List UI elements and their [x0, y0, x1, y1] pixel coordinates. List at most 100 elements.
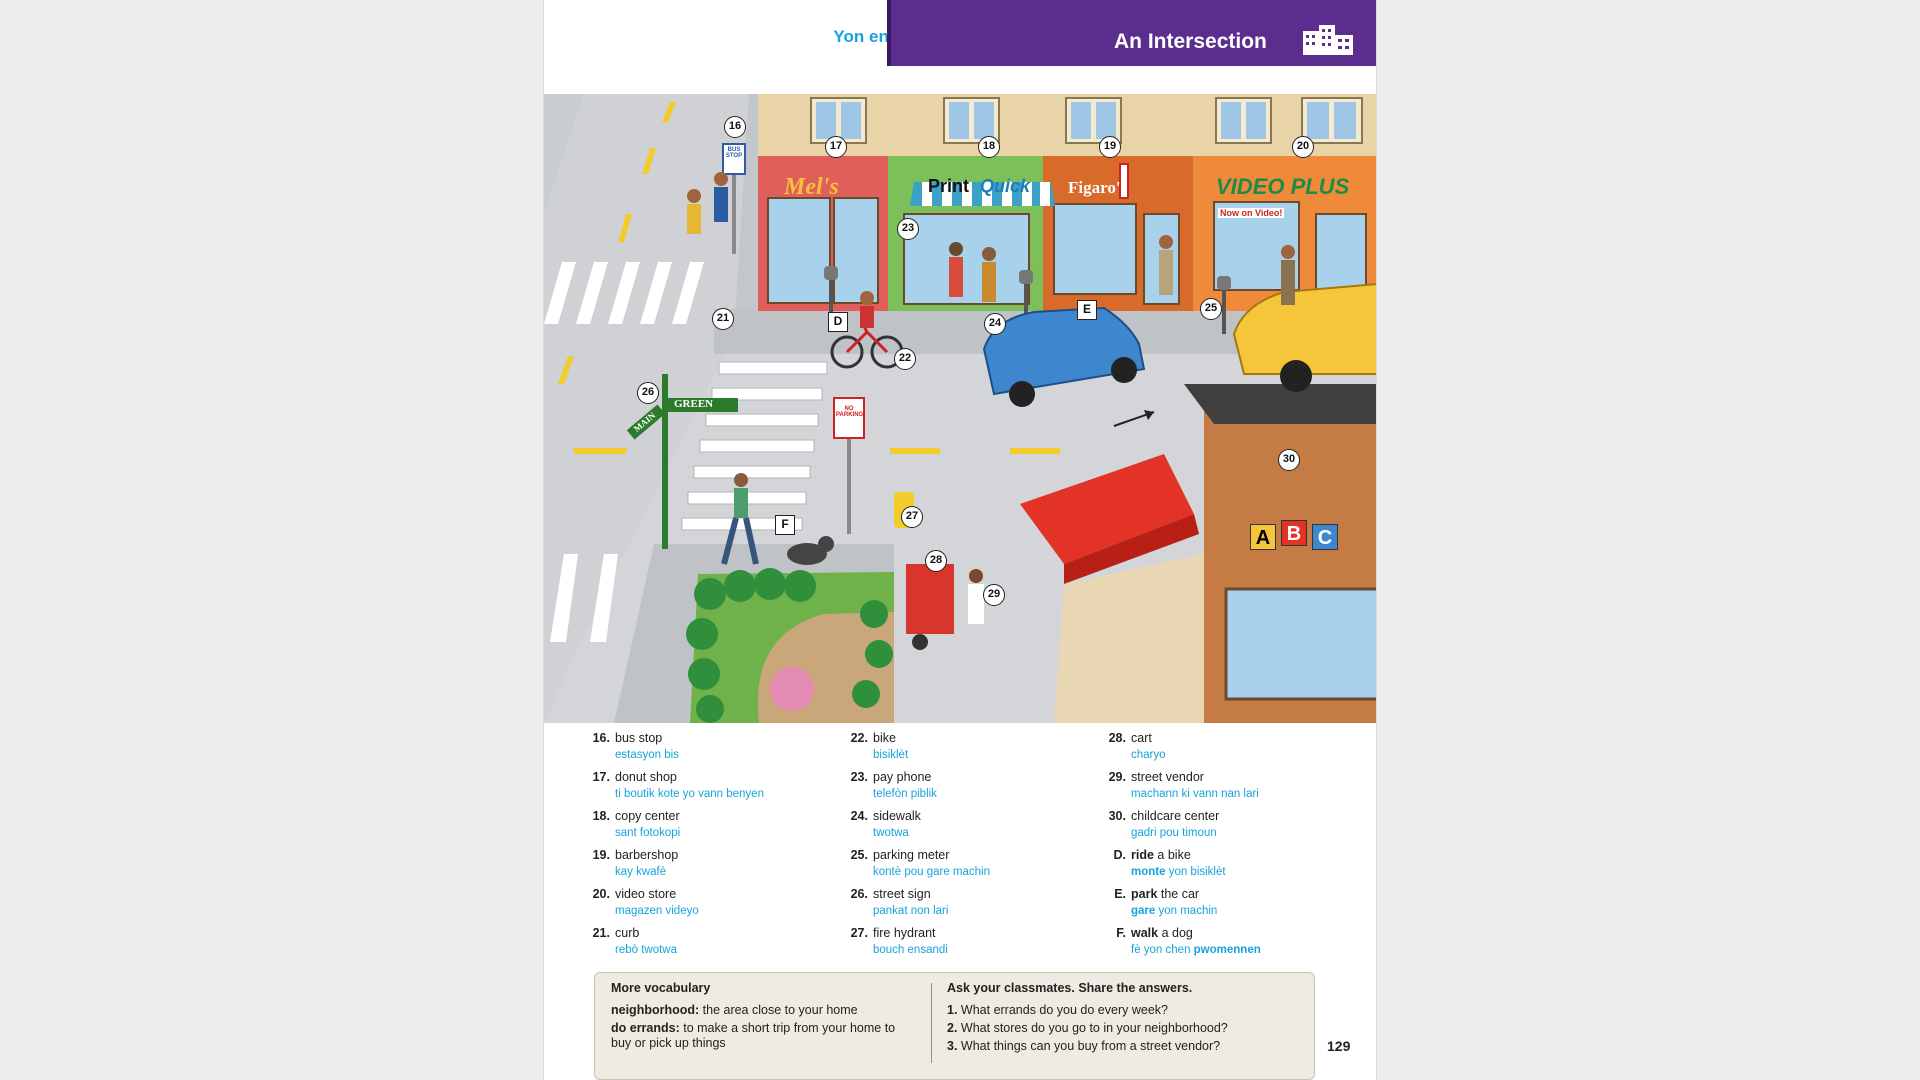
- list-item: 21. curb rebò twotwa: [592, 926, 678, 956]
- term-en: walk a dog: [1131, 926, 1193, 940]
- term-en: sidewalk: [873, 809, 921, 823]
- callout-28: 28: [925, 550, 947, 572]
- now-on-video-sign: Now on Video!: [1218, 208, 1285, 218]
- buildings-icon: [1303, 25, 1353, 55]
- term-en: street vendor: [1131, 770, 1204, 784]
- definition-do-errands-cont: buy or pick up things: [611, 1036, 726, 1050]
- term-ht: telefòn piblik: [873, 788, 937, 800]
- list-item: 24. sidewalk twotwa: [850, 809, 921, 839]
- intersection-illustration: Mel's Print Quick Figaro's VIDEO PLUS No…: [544, 94, 1376, 723]
- term-en: donut shop: [615, 770, 677, 784]
- callout-18: 18: [978, 136, 1000, 158]
- abc-block-a: A: [1250, 524, 1276, 550]
- term-ht: twotwa: [873, 827, 909, 839]
- video-store-sign: VIDEO PLUS: [1216, 174, 1350, 199]
- term-ht: estasyon bis: [615, 749, 679, 761]
- term-en: parking meter: [873, 848, 950, 862]
- question-3: 3. What things can you buy from a street…: [947, 1039, 1221, 1053]
- term-ht: bouch ensandi: [873, 944, 948, 956]
- callout-25: 25: [1200, 298, 1222, 320]
- term-ht: pankat non lari: [873, 905, 949, 917]
- term-ht: kay kwafè: [615, 866, 667, 878]
- vocab-column-1: 16. bus stop estasyon bis 17. donut shop ti …: [588, 731, 838, 965]
- list-item: E. park the car gare yon machin: [1114, 887, 1218, 917]
- term-ht: charyo: [1131, 749, 1166, 761]
- term-en: copy center: [615, 809, 680, 823]
- abc-block-b: B: [1281, 520, 1307, 546]
- list-item: 23. pay phone telefòn piblik: [850, 770, 937, 800]
- term-ht: kontè pou gare machin: [873, 866, 990, 878]
- list-item: 18. copy center sant fotokopi: [592, 809, 681, 839]
- term-en: ride a bike: [1131, 848, 1191, 862]
- label-e: E: [1077, 300, 1097, 320]
- term-ht: bisiklèt: [873, 749, 909, 761]
- document-viewer: Yon entèseksyon An Intersection: [0, 0, 1920, 1080]
- label-d: D: [828, 312, 848, 332]
- green-street-sign: GREEN: [674, 398, 714, 410]
- page-number: 129: [1327, 1038, 1351, 1054]
- callout-24: 24: [984, 313, 1006, 335]
- list-item: 22. bike bisiklèt: [850, 731, 909, 761]
- callout-21: 21: [712, 308, 734, 330]
- term-ht: rebò twotwa: [615, 944, 678, 956]
- term-en: childcare center: [1131, 809, 1220, 823]
- callout-29: 29: [983, 584, 1005, 606]
- term-ht: machann ki vann nan lari: [1131, 788, 1259, 800]
- list-item: 26. street sign pankat non lari: [850, 887, 949, 917]
- bus-stop-sign: BUS STOP: [725, 147, 743, 159]
- print-sign: Print: [928, 176, 970, 196]
- more-vocabulary-title: More vocabulary: [611, 981, 711, 995]
- ask-classmates-title: Ask your classmates. Share the answers.: [947, 981, 1193, 995]
- term-en: park the car: [1131, 887, 1200, 901]
- page-title: An Intersection: [1114, 30, 1267, 53]
- term-ht: fè yon chen pwomennen: [1131, 944, 1261, 956]
- more-vocabulary-box: More vocabulary neighborhood: the area c…: [594, 972, 1315, 1080]
- callout-23: 23: [897, 218, 919, 240]
- term-ht: gare yon machin: [1131, 905, 1218, 917]
- term-en: street sign: [873, 887, 931, 901]
- list-item: 27. fire hydrant bouch ensandi: [850, 926, 948, 956]
- vocab-column-2: 22. bike bisiklèt 23. pay phone telefòn pibl…: [846, 731, 1096, 965]
- donut-shop-sign: Mel's: [784, 174, 839, 200]
- term-en: bus stop: [615, 731, 663, 745]
- abc-block-c: C: [1312, 524, 1338, 550]
- list-item: 30. childcare center gadri pou timoun: [1108, 809, 1220, 839]
- vocab-column-3: 28. cart charyo 29. street vendor machann ki…: [1104, 731, 1354, 965]
- title-band: An Intersection: [887, 0, 1376, 66]
- term-en: bike: [873, 731, 896, 745]
- list-item: 20. video store magazen videyo: [592, 887, 699, 917]
- term-en: pay phone: [873, 770, 932, 784]
- textbook-page: Yon entèseksyon An Intersection: [543, 0, 1377, 1080]
- list-item: 17. donut shop ti boutik kote yo vann beny…: [592, 770, 764, 800]
- list-item: 25. parking meter kontè pou gare machin: [850, 848, 990, 878]
- quick-sign: Quick: [980, 176, 1031, 196]
- barbershop-sign: Figaro's: [1068, 178, 1128, 197]
- term-ht: monte yon bisiklèt: [1131, 866, 1226, 878]
- definition-neighborhood: neighborhood: the area close to your hom…: [611, 1003, 858, 1017]
- callout-17: 17: [825, 136, 847, 158]
- term-ht: magazen videyo: [615, 905, 699, 917]
- term-ht: ti boutik kote yo vann benyen: [615, 788, 764, 800]
- list-item: 28. cart charyo: [1108, 731, 1166, 761]
- list-item: 29. street vendor machann ki vann nan lari: [1108, 770, 1259, 800]
- definition-do-errands: do errands: to make a short trip from yo…: [611, 1021, 896, 1035]
- callout-26: 26: [637, 382, 659, 404]
- list-item: D. ride a bike monte yon bisiklèt: [1113, 848, 1226, 878]
- callout-27: 27: [901, 506, 923, 528]
- list-item: F. walk a dog fè yon chen pwomennen: [1116, 926, 1261, 956]
- list-item: 19. barbershop kay kwafè: [592, 848, 679, 878]
- term-en: fire hydrant: [873, 926, 936, 940]
- term-en: cart: [1131, 731, 1152, 745]
- term-en: barbershop: [615, 848, 679, 862]
- callout-20: 20: [1292, 136, 1314, 158]
- term-en: curb: [615, 926, 640, 940]
- list-item: 16. bus stop estasyon bis: [592, 731, 679, 761]
- question-2: 2. What stores do you go to in your neig…: [947, 1021, 1228, 1035]
- term-ht: sant fotokopi: [615, 827, 681, 839]
- callout-19: 19: [1099, 136, 1121, 158]
- term-ht: gadri pou timoun: [1131, 827, 1217, 839]
- callout-22: 22: [894, 348, 916, 370]
- box-divider: [931, 983, 932, 1063]
- callout-16: 16: [724, 116, 746, 138]
- question-1: 1. What errands do you do every week?: [947, 1003, 1168, 1017]
